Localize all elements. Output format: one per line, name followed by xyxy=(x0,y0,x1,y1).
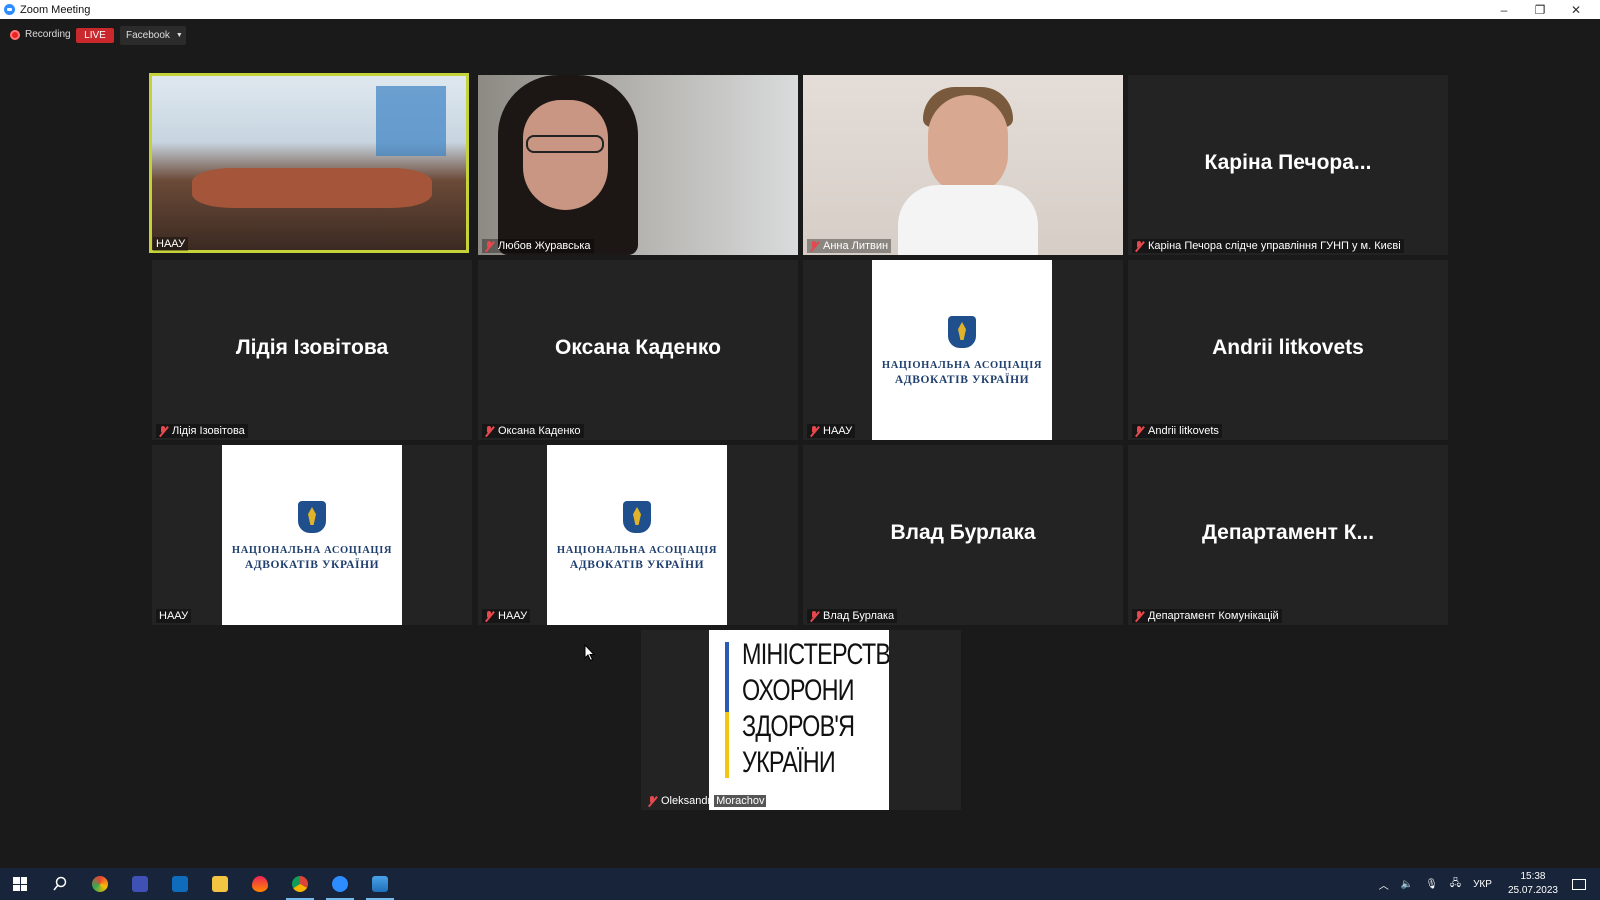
moz-logo: МІНІСТЕРСТВО ОХОРОНИ ЗДОРОВ'Я УКРАЇНИ xyxy=(709,630,889,810)
mic-muted-icon xyxy=(1135,240,1144,252)
participant-display-name: Каріна Печора... xyxy=(1204,151,1372,174)
record-icon xyxy=(10,29,20,40)
naau-shield-icon xyxy=(948,316,976,348)
close-button[interactable]: ✕ xyxy=(1558,0,1594,19)
recording-indicator[interactable]: Recording xyxy=(10,29,71,40)
video-tile-lytvyn[interactable]: Анна Литвин xyxy=(803,75,1123,255)
mic-muted-icon xyxy=(1135,425,1144,437)
zoom-icon[interactable] xyxy=(320,868,360,900)
minimize-button[interactable]: – xyxy=(1486,0,1522,19)
naau-logo: НАЦІОНАЛЬНА АСОЦІАЦІЯ АДВОКАТІВ УКРАЇНИ xyxy=(222,445,402,625)
participant-label: Любов Журавська xyxy=(482,239,594,253)
notifications-icon[interactable] xyxy=(1572,878,1586,890)
video-tile-burlaka[interactable]: Влад Бурлака Влад Бурлака xyxy=(803,445,1123,625)
volume-icon[interactable]: 🔈 xyxy=(1401,879,1413,890)
chevron-down-icon: ▼ xyxy=(175,32,183,39)
clock[interactable]: 15:38 25.07.2023 xyxy=(1508,870,1558,898)
participant-label: НААУ xyxy=(807,424,856,438)
video-tile-naau-logo-2[interactable]: НАЦІОНАЛЬНА АСОЦІАЦІЯ АДВОКАТІВ УКРАЇНИ … xyxy=(152,445,472,625)
participant-video xyxy=(478,75,798,255)
edge-browser-icon[interactable] xyxy=(80,868,120,900)
participant-display-name: Andrii litkovets xyxy=(1212,336,1364,359)
video-tile-naau-room[interactable]: НААУ xyxy=(149,73,469,253)
mic-muted-icon xyxy=(159,425,168,437)
participant-label: Департамент Комунікацій xyxy=(1132,609,1282,623)
window-title: Zoom Meeting xyxy=(20,3,91,16)
mic-muted-icon xyxy=(648,795,657,807)
video-tile-morachov[interactable]: МІНІСТЕРСТВО ОХОРОНИ ЗДОРОВ'Я УКРАЇНИ Ol… xyxy=(641,630,961,810)
system-tray: ︿ 🔈 🎙 🖧 УКР 15:38 25.07.2023 xyxy=(1373,868,1600,900)
live-badge[interactable]: LIVE xyxy=(76,28,114,43)
mic-muted-icon xyxy=(1135,610,1144,622)
window-title-bar: Zoom Meeting – ❐ ✕ xyxy=(0,0,1600,19)
window-controls: – ❐ ✕ xyxy=(1486,0,1594,19)
naau-logo: НАЦІОНАЛЬНА АСОЦІАЦІЯ АДВОКАТІВ УКРАЇНИ xyxy=(872,260,1052,440)
video-tile-naau-logo[interactable]: НАЦІОНАЛЬНА АСОЦІАЦІЯ АДВОКАТІВ УКРАЇНИ … xyxy=(803,260,1123,440)
participant-display-name: Оксана Каденко xyxy=(555,336,721,359)
clock-time: 15:38 xyxy=(1520,871,1546,882)
participant-video xyxy=(803,75,1123,255)
windows-taskbar: ︿ 🔈 🎙 🖧 УКР 15:38 25.07.2023 xyxy=(0,868,1600,900)
clock-date: 25.07.2023 xyxy=(1507,885,1558,896)
video-tile-izovitova[interactable]: Лідія Ізовітова Лідія Ізовітова xyxy=(152,260,472,440)
meeting-top-bar: Recording LIVE Facebook ▼ xyxy=(0,19,1600,53)
outlook-icon[interactable] xyxy=(160,868,200,900)
mouse-cursor-icon xyxy=(584,644,596,662)
mic-muted-icon xyxy=(485,610,494,622)
photos-icon[interactable] xyxy=(360,868,400,900)
video-tile-zhuravska[interactable]: Любов Журавська xyxy=(478,75,798,255)
paint-drop-icon[interactable] xyxy=(240,868,280,900)
search-icon[interactable] xyxy=(40,868,80,900)
participant-label: НААУ xyxy=(482,609,531,623)
conference-room-video xyxy=(152,76,466,250)
chevron-up-icon[interactable]: ︿ xyxy=(1379,877,1389,892)
mic-muted-icon xyxy=(485,240,494,252)
participant-label: Влад Бурлака xyxy=(807,609,898,623)
participant-display-name: Влад Бурлака xyxy=(890,521,1036,544)
stream-target-label: Facebook xyxy=(126,30,170,41)
zoom-logo-icon xyxy=(4,4,15,15)
naau-logo: НАЦІОНАЛЬНА АСОЦІАЦІЯ АДВОКАТІВ УКРАЇНИ xyxy=(547,445,727,625)
chrome-icon[interactable] xyxy=(280,868,320,900)
video-tile-naau-logo-3[interactable]: НАЦІОНАЛЬНА АСОЦІАЦІЯ АДВОКАТІВ УКРАЇНИ … xyxy=(478,445,798,625)
participant-label: Оксана Каденко xyxy=(482,424,584,438)
mic-muted-icon xyxy=(810,240,819,252)
microphone-icon[interactable]: 🎙 xyxy=(1425,879,1438,890)
participant-display-name: Лідія Ізовітова xyxy=(235,336,389,359)
windows-start-icon[interactable] xyxy=(0,868,40,900)
participant-label: НААУ xyxy=(153,237,189,251)
app-icon[interactable] xyxy=(120,868,160,900)
participant-label: Лідія Ізовітова xyxy=(156,424,248,438)
language-indicator[interactable]: УКР xyxy=(1473,879,1492,890)
video-tile-kadenko[interactable]: Оксана Каденко Оксана Каденко xyxy=(478,260,798,440)
participant-label: Oleksandr Morachov xyxy=(645,794,769,808)
participant-label: Каріна Печора слідче управління ГУНП у м… xyxy=(1132,239,1404,253)
video-tile-pechora[interactable]: Каріна Печора... Каріна Печора слідче уп… xyxy=(1128,75,1448,255)
video-tile-litkovets[interactable]: Andrii litkovets Andrii litkovets xyxy=(1128,260,1448,440)
network-icon[interactable]: 🖧 xyxy=(1450,876,1461,893)
restore-button[interactable]: ❐ xyxy=(1522,0,1558,19)
mic-muted-icon xyxy=(485,425,494,437)
stream-target-dropdown[interactable]: Facebook ▼ xyxy=(120,26,186,45)
participant-label: Andrii litkovets xyxy=(1132,424,1222,438)
naau-shield-icon xyxy=(623,501,651,533)
recording-label: Recording xyxy=(25,29,71,40)
participant-display-name: Департамент К... xyxy=(1201,521,1375,544)
file-explorer-icon[interactable] xyxy=(200,868,240,900)
mic-muted-icon xyxy=(810,425,819,437)
video-tile-communications[interactable]: Департамент К... Департамент Комунікацій xyxy=(1128,445,1448,625)
naau-shield-icon xyxy=(298,501,326,533)
mic-muted-icon xyxy=(810,610,819,622)
participant-label: НААУ xyxy=(156,609,192,623)
participant-label: Анна Литвин xyxy=(807,239,892,253)
